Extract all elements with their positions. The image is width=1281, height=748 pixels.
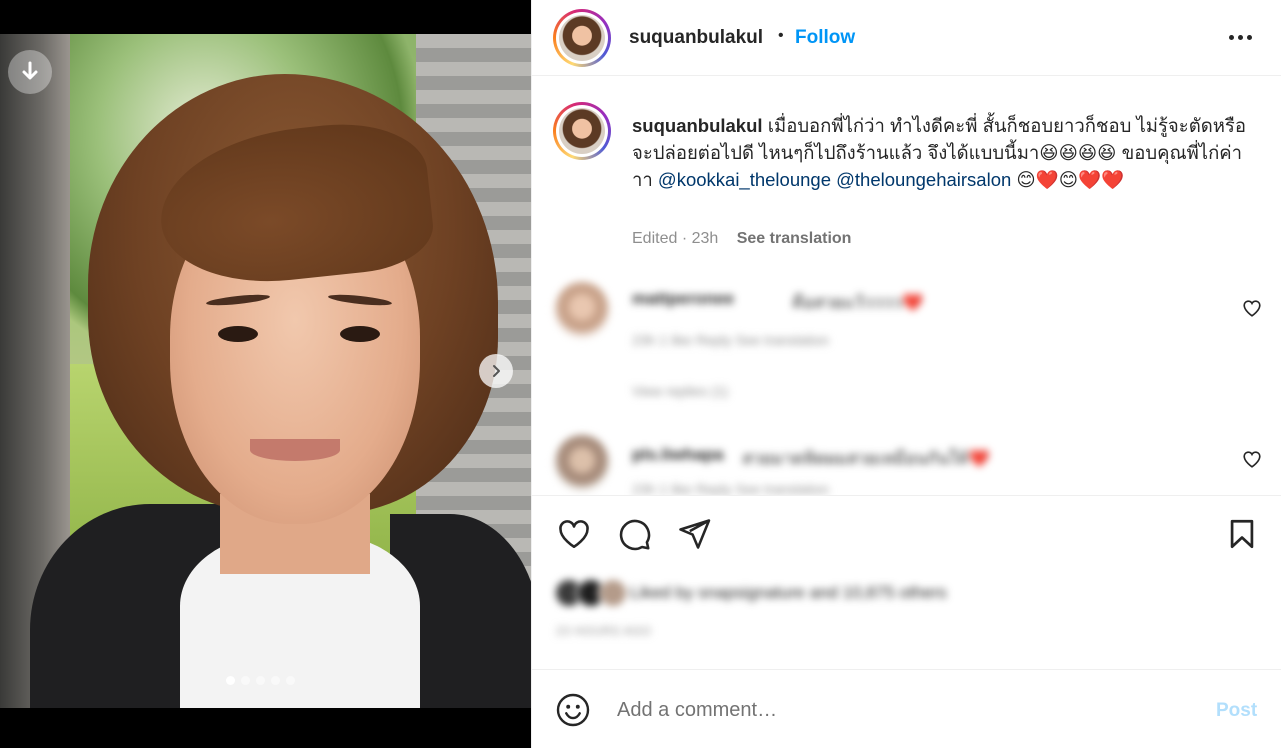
post-time: 23 HOURS AGO — [556, 624, 652, 638]
comment-input[interactable] — [617, 694, 1187, 726]
see-translation-button[interactable]: See translation — [737, 230, 852, 247]
instagram-post: suquanbulakul • Follow suquanbulakul เมื… — [0, 0, 1281, 748]
post-photo — [0, 34, 531, 708]
comment-meta: 23h 1 like Reply See translation — [632, 332, 829, 348]
save-button[interactable] — [1222, 514, 1262, 554]
more-options-button[interactable] — [1222, 22, 1258, 52]
download-button[interactable] — [8, 50, 52, 94]
post-actions: Liked by snapsignature and 10,875 others… — [532, 495, 1281, 670]
next-slide-button[interactable] — [479, 354, 513, 388]
post-media — [0, 0, 531, 748]
comment-bubble-icon — [619, 519, 651, 551]
post-panel: suquanbulakul • Follow suquanbulakul เมื… — [531, 0, 1281, 748]
comment-button[interactable] — [614, 514, 654, 554]
caption-timestamp: Edited · 23h — [632, 230, 719, 247]
like-button[interactable] — [554, 514, 594, 554]
slide-indicator — [226, 676, 295, 685]
arrow-down-icon — [22, 61, 38, 80]
comment-text: คือสวยแว้วววว❤️ — [792, 293, 924, 312]
commenter-avatar[interactable] — [554, 435, 610, 491]
more-dots-icon — [1228, 34, 1234, 40]
comment-meta: 23h 1 like Reply See translation — [632, 481, 829, 495]
liked-by-text: Liked by snapsignature and 10,875 others — [630, 583, 947, 602]
slide-dot — [271, 676, 280, 685]
view-replies-button[interactable]: View replies (1) — [632, 383, 728, 399]
separator-bullet: • — [778, 27, 784, 44]
author-avatar[interactable] — [553, 9, 611, 67]
comment-like-icon[interactable] — [1241, 297, 1263, 319]
caption-username[interactable]: suquanbulakul — [632, 115, 763, 136]
post-comment-button[interactable]: Post — [1216, 700, 1257, 722]
caption-emojis: 😊❤️😊❤️❤️ — [1016, 169, 1125, 190]
liked-by-row[interactable]: Liked by snapsignature and 10,875 others — [554, 576, 947, 610]
follow-button[interactable]: Follow — [795, 27, 855, 49]
emoji-icon[interactable] — [555, 692, 591, 728]
slide-dot — [256, 676, 265, 685]
post-header: suquanbulakul • Follow — [532, 0, 1281, 76]
slide-dot — [286, 676, 295, 685]
mention-link[interactable]: @theloungehairsalon — [836, 169, 1011, 190]
heart-icon — [559, 520, 589, 549]
chevron-right-icon — [493, 365, 500, 377]
commenter-username[interactable]: mattperonee — [632, 289, 734, 309]
add-comment-bar: Post — [532, 670, 1281, 748]
bookmark-icon — [1230, 519, 1254, 549]
comment-like-icon[interactable] — [1241, 448, 1263, 470]
slide-dot — [226, 676, 235, 685]
caption-avatar[interactable] — [553, 102, 611, 160]
slide-dot — [241, 676, 250, 685]
author-username[interactable]: suquanbulakul — [629, 27, 763, 49]
commenter-username[interactable]: pls.liwhapa — [632, 445, 724, 465]
share-button[interactable] — [674, 514, 714, 554]
paper-plane-icon — [679, 519, 711, 549]
commenter-avatar[interactable] — [554, 282, 610, 338]
comment-text: สวยมาดหิดผมสวยเหมือนกันให้❤️ — [742, 449, 990, 468]
mention-link[interactable]: @kookkai_thelounge — [658, 169, 831, 190]
comments-section[interactable]: suquanbulakul เมื่อบอกพี่ไก่ว่า ทำไงดีคะ… — [532, 77, 1281, 495]
